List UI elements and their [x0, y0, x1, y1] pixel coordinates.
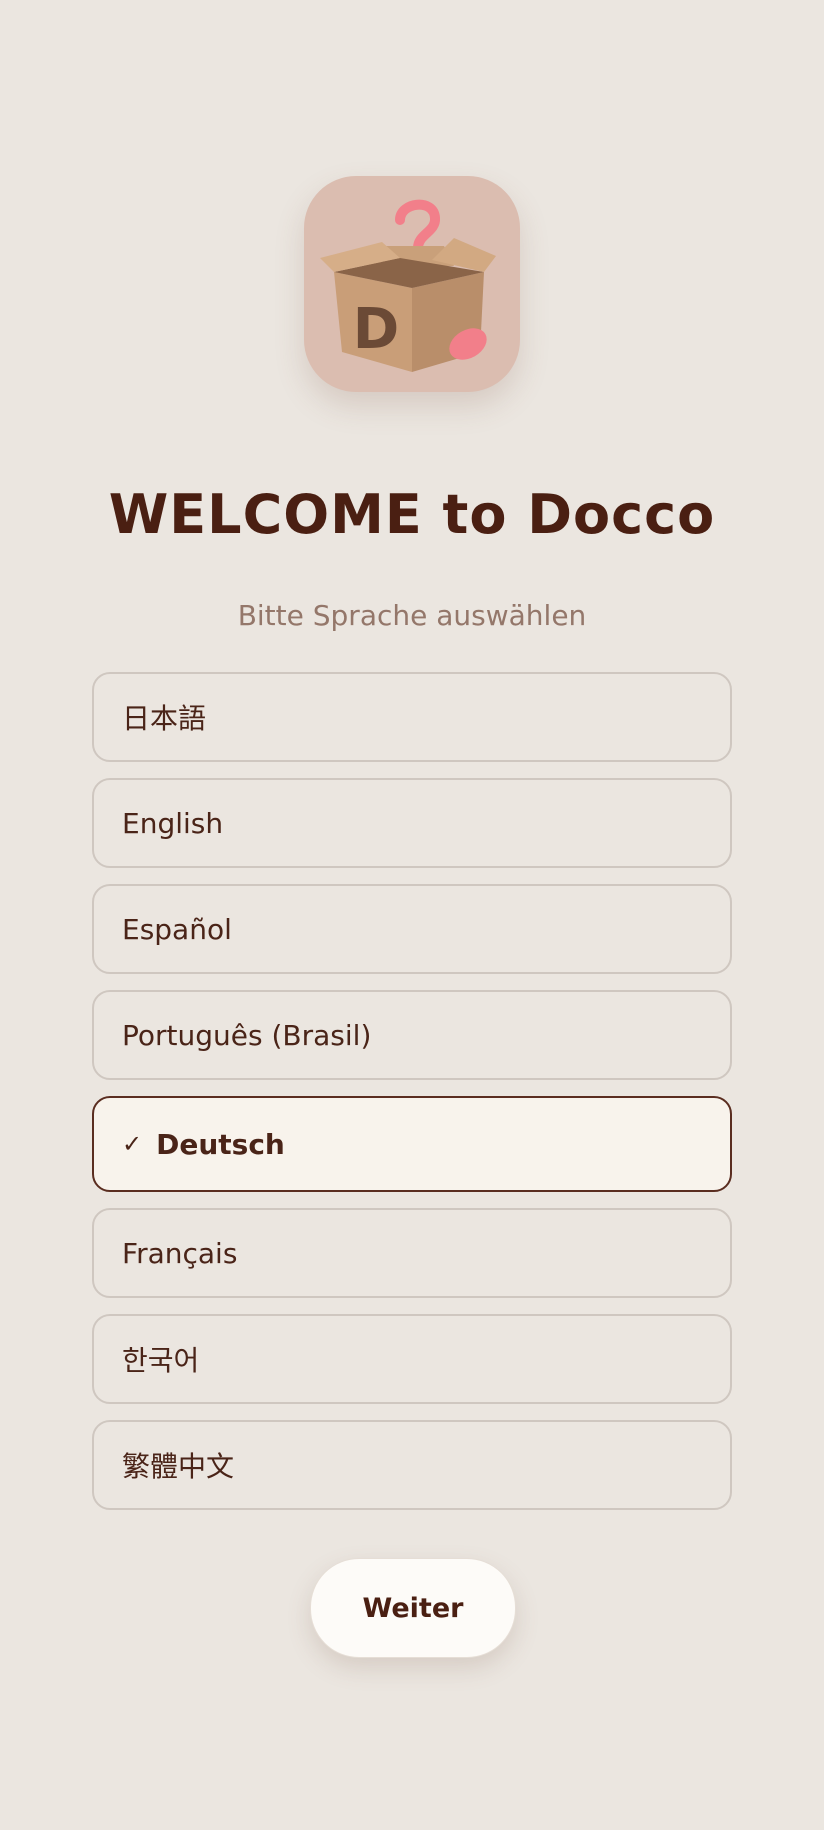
continue-button-label: Weiter	[362, 1592, 464, 1624]
app-logo: D	[304, 176, 520, 392]
language-option-traditional-chinese[interactable]: 繁體中文	[92, 1420, 732, 1510]
language-option-portuguese-brazil[interactable]: Português (Brasil)	[92, 990, 732, 1080]
language-label: 繁體中文	[122, 1450, 235, 1483]
logo-letter: D	[353, 297, 399, 362]
language-label: Português (Brasil)	[122, 1018, 372, 1052]
language-option-german[interactable]: ✓ Deutsch	[92, 1096, 732, 1192]
language-option-spanish[interactable]: Español	[92, 884, 732, 974]
page-subtitle: Bitte Sprache auswählen	[237, 599, 587, 632]
language-label: Deutsch	[156, 1127, 285, 1161]
language-option-japanese[interactable]: 日本語	[92, 672, 732, 762]
language-list: 日本語 English Español Português (Brasil) ✓…	[92, 672, 732, 1526]
language-label: 日本語	[122, 702, 207, 735]
continue-button[interactable]: Weiter	[310, 1558, 516, 1658]
language-label: Español	[122, 912, 232, 946]
language-label: English	[122, 806, 224, 840]
page-title: WELCOME to Docco	[108, 483, 716, 546]
language-label: 한국어	[122, 1344, 200, 1377]
language-option-english[interactable]: English	[92, 778, 732, 868]
language-label: Français	[122, 1236, 238, 1270]
checkmark-icon: ✓	[122, 1130, 143, 1158]
language-option-french[interactable]: Français	[92, 1208, 732, 1298]
language-option-korean[interactable]: 한국어	[92, 1314, 732, 1404]
mystery-box-icon: D	[320, 199, 496, 372]
